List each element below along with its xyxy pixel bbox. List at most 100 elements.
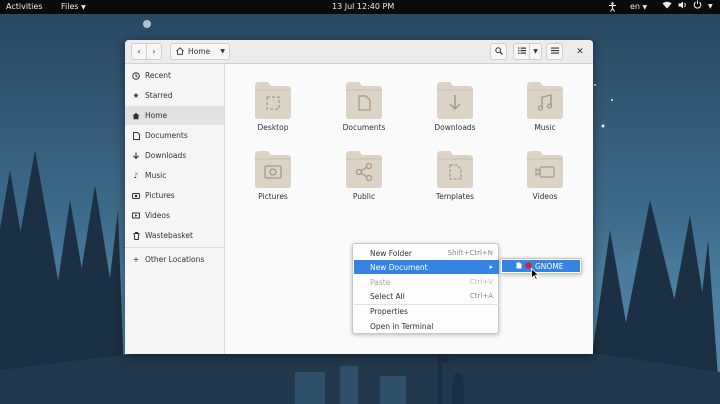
folder-label: Documents <box>342 123 386 132</box>
folder-label: Downloads <box>434 123 476 132</box>
plus-icon: + <box>132 255 140 264</box>
main-menu-button[interactable] <box>546 43 563 60</box>
sidebar-item-music[interactable]: ♪ Music <box>125 166 224 185</box>
camera-icon <box>132 192 140 200</box>
sidebar-divider <box>125 247 224 248</box>
folder-icon <box>346 151 382 188</box>
menu-item-open-in-terminal[interactable]: Open in Terminal <box>354 319 499 333</box>
menu-item-select-all[interactable]: Select All Ctrl+A <box>354 289 499 303</box>
sidebar-item-videos[interactable]: Videos <box>125 206 224 225</box>
folder-desktop[interactable]: Desktop <box>243 72 303 134</box>
search-button[interactable] <box>490 43 507 60</box>
network-icon <box>662 0 672 14</box>
header-bar: ‹ › Home ▼ ▼ ✕ <box>125 40 593 64</box>
document-icon <box>132 131 140 140</box>
app-menu-button[interactable]: Files ▼ <box>61 0 86 14</box>
app-menu-label: Files <box>61 2 79 11</box>
back-icon: ‹ <box>137 47 141 56</box>
folder-documents[interactable]: Documents <box>334 72 394 134</box>
sidebar-item-starred[interactable]: ★ Starred <box>125 86 224 105</box>
music-icon: ♪ <box>133 171 139 180</box>
context-menu: New Folder Shift+Ctrl+N New Document ▸ P… <box>352 243 499 334</box>
menu-item-label: Select All <box>370 291 405 301</box>
sidebar-item-label: Other Locations <box>145 255 205 264</box>
sidebar-item-label: Wastebasket <box>145 231 193 240</box>
view-options-button[interactable]: ▼ <box>529 43 542 60</box>
sidebar-item-home[interactable]: Home <box>125 106 224 125</box>
folder-icon <box>437 151 473 188</box>
submenu-item-gnome[interactable]: GNOME <box>502 260 580 272</box>
folder-icon <box>527 151 563 188</box>
folder-icon <box>255 151 291 188</box>
close-icon: ✕ <box>576 46 584 57</box>
close-button[interactable]: ✕ <box>572 43 588 60</box>
sidebar-item-pictures[interactable]: Pictures <box>125 186 224 205</box>
view-list-icon <box>517 47 526 56</box>
document-icon <box>516 262 522 271</box>
folder-public[interactable]: Public <box>334 141 394 203</box>
folder-templates[interactable]: Templates <box>425 141 485 203</box>
menu-icon <box>550 47 559 56</box>
sidebar-item-label: Pictures <box>145 191 175 200</box>
language-label: en <box>630 2 640 11</box>
menu-item-new-document[interactable]: New Document ▸ <box>354 260 499 274</box>
folder-music[interactable]: Music <box>515 72 575 134</box>
menu-item-accel: Shift+Ctrl+N <box>447 249 493 257</box>
submenu-item-label: GNOME <box>535 261 564 271</box>
sidebar-item-label: Home <box>145 111 168 120</box>
menu-item-paste[interactable]: Paste Ctrl+V <box>354 275 499 289</box>
volume-icon <box>678 0 687 14</box>
sidebar-item-label: Starred <box>145 91 173 100</box>
sidebar-item-label: Videos <box>145 211 170 220</box>
folder-videos[interactable]: Videos <box>515 141 575 203</box>
new-document-submenu: GNOME <box>500 258 582 274</box>
sidebar-item-label: Recent <box>145 71 171 80</box>
folder-label: Videos <box>532 192 558 201</box>
activities-button[interactable]: Activities <box>6 0 43 14</box>
folder-downloads[interactable]: Downloads <box>425 72 485 134</box>
menu-item-accel: Ctrl+A <box>469 292 493 300</box>
chevron-down-icon: ▼ <box>642 4 648 11</box>
sidebar: Recent ★ Starred Home Documents Download… <box>125 64 225 354</box>
chevron-down-icon: ▼ <box>533 48 538 55</box>
forward-icon: › <box>152 47 156 56</box>
sidebar-item-documents[interactable]: Documents <box>125 126 224 145</box>
sidebar-item-recent[interactable]: Recent <box>125 66 224 85</box>
home-icon <box>176 46 184 57</box>
back-button[interactable]: ‹ <box>131 43 147 60</box>
sidebar-item-downloads[interactable]: Downloads <box>125 146 224 165</box>
folder-icon <box>527 82 563 119</box>
chevron-down-icon: ▼ <box>81 4 86 11</box>
accessibility-icon[interactable] <box>608 2 617 12</box>
chevron-down-icon: ▼ <box>220 48 225 55</box>
system-menu[interactable]: ▼ <box>662 0 713 14</box>
sidebar-item-label: Music <box>145 171 167 180</box>
menu-item-properties[interactable]: Properties <box>354 304 499 318</box>
folder-label: Public <box>352 192 376 201</box>
menu-item-label: Paste <box>370 277 391 287</box>
folder-label: Pictures <box>258 192 288 201</box>
trash-icon <box>132 231 140 240</box>
folder-icon <box>255 82 291 119</box>
view-toggle-button[interactable] <box>513 43 530 60</box>
mouse-pointer-icon <box>531 268 539 280</box>
sidebar-item-wastebasket[interactable]: Wastebasket <box>125 226 224 245</box>
sidebar-item-label: Downloads <box>145 151 187 160</box>
clock[interactable]: 13 Jul 12:40 PM <box>332 0 394 14</box>
home-icon <box>132 112 140 120</box>
language-indicator[interactable]: en ▼ <box>630 0 647 14</box>
chevron-down-icon: ▼ <box>708 3 713 10</box>
folder-icon <box>437 82 473 119</box>
clock-icon <box>132 71 140 80</box>
menu-item-label: Open in Terminal <box>370 321 434 331</box>
folder-label: Desktop <box>257 123 289 132</box>
folder-pictures[interactable]: Pictures <box>243 141 303 203</box>
forward-button[interactable]: › <box>146 43 162 60</box>
path-label: Home <box>188 47 211 56</box>
power-icon <box>693 0 702 14</box>
path-bar-home[interactable]: Home ▼ <box>170 43 230 60</box>
download-icon <box>132 152 140 160</box>
sidebar-item-other-locations[interactable]: + Other Locations <box>125 250 224 269</box>
video-icon <box>132 212 140 220</box>
menu-item-new-folder[interactable]: New Folder Shift+Ctrl+N <box>354 246 499 260</box>
